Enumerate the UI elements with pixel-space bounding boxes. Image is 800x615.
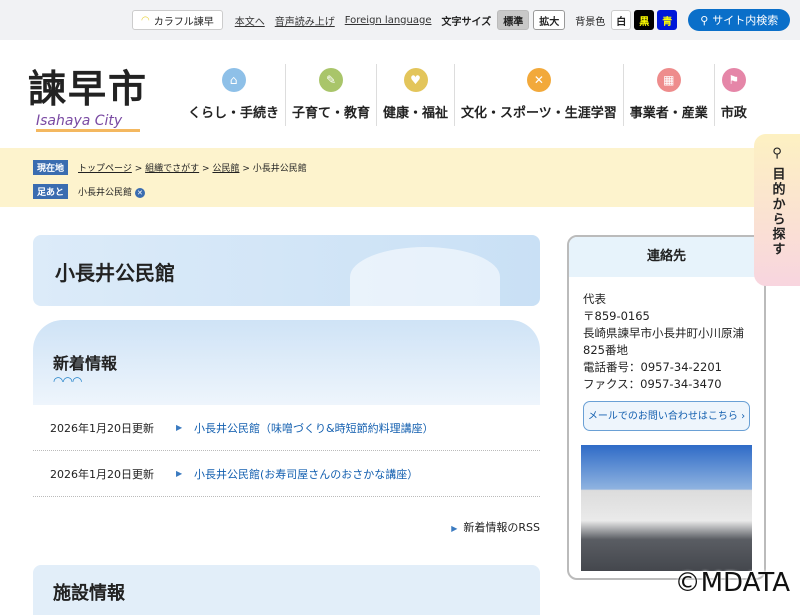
contact-line: ファクス：0957-34-3470 — [583, 377, 722, 391]
page-title-box: 小長井公民館 — [33, 235, 540, 306]
gnav-label: くらし・手続き — [188, 106, 280, 121]
category-icon: ♥ — [403, 68, 428, 92]
news-header: 新着情報 ◠◠◠ — [33, 320, 540, 405]
site-search-button[interactable]: ⚲ サイト内検索 — [688, 9, 791, 31]
bg-white-button[interactable]: 白 — [611, 10, 632, 30]
category-icon: ⚑ — [721, 68, 746, 92]
global-nav: ⌂ くらし・手続き ✎ 子育て・教育 ♥ 健康・福祉 ✕ 文化・スポーツ・生涯学習 ▦ 事業者・産… — [182, 64, 753, 126]
news-link[interactable]: 小長井公民館（味噌づくり&時短節約料理講座） — [194, 420, 434, 436]
wave-decoration — [350, 247, 500, 306]
sep: > — [202, 163, 210, 174]
facility-heading: 施設情報 — [33, 565, 540, 615]
arrow-icon: ▶ — [451, 524, 458, 533]
text-size-large-button[interactable]: 拡大 — [533, 10, 566, 30]
category-icon: ✕ — [526, 68, 551, 92]
contact-heading: 連絡先 — [569, 237, 764, 277]
arrow-icon: ▶ — [176, 423, 183, 432]
rainbow-icon: ◠ — [141, 14, 150, 26]
text-size-label: 文字サイズ — [441, 16, 492, 28]
footprint-link[interactable]: 小長井公民館 — [78, 188, 132, 198]
gnav-label: 健康・福祉 — [383, 106, 449, 121]
site-logo[interactable]: 諫早市 Isahaya City — [28, 58, 148, 132]
gnav-label: 子育て・教育 — [292, 106, 371, 121]
watermark: ©MDATA — [674, 568, 790, 598]
contact-line: 代表 — [583, 292, 606, 306]
category-icon: ✎ — [319, 68, 344, 92]
news-link[interactable]: 小長井公民館(お寿司屋さんのおさかな講座） — [194, 466, 418, 482]
arrow-icon: ▶ — [176, 469, 183, 478]
close-icon[interactable]: ✕ — [134, 187, 145, 198]
contact-line: 〒859-0165 — [583, 309, 650, 323]
news-heading: 新着情報 — [53, 354, 118, 373]
news-item: 2026年1月20日更新 ▶ 小長井公民館(お寿司屋さんのおさかな講座） — [33, 451, 540, 497]
contact-line: 長崎県諫早市小長井町小川原浦825番地 — [583, 326, 744, 357]
colorful-isahaya-button[interactable]: ◠ カラフル諫早 — [132, 10, 223, 30]
news-item: 2026年1月20日更新 ▶ 小長井公民館（味噌づくり&時短節約料理講座） — [33, 405, 540, 451]
gnav-item[interactable]: ♥ 健康・福祉 — [377, 64, 456, 126]
gnav-item[interactable]: ⚑ 市政 — [715, 64, 753, 126]
purpose-search-tab[interactable]: ⚲ 目的から探す — [754, 134, 800, 286]
gnav-label: 文化・スポーツ・生涯学習 — [461, 106, 617, 121]
rss-link-row: ▶ 新着情報のRSS — [33, 519, 540, 535]
news-date: 2026年1月20日更新 — [50, 421, 154, 435]
footprint-tag: 足あと — [33, 183, 69, 199]
breadcrumb-link[interactable]: 組織でさがす — [145, 164, 199, 174]
breadcrumb-link[interactable]: トップページ — [78, 164, 132, 174]
bg-blue-button[interactable]: 青 — [657, 10, 678, 30]
facility-photo — [581, 445, 752, 571]
contact-line: 電話番号：0957-34-2201 — [583, 360, 722, 374]
text-size-standard-button[interactable]: 標準 — [497, 10, 530, 30]
sep: > — [242, 163, 250, 174]
breadcrumb-current: 小長井公民館 — [252, 163, 307, 174]
contact-panel: 連絡先 代表〒859-0165 長崎県諫早市小長井町小川原浦825番地電話番号：0… — [567, 235, 766, 580]
bg-black-button[interactable]: 黒 — [634, 10, 655, 30]
news-list: 2026年1月20日更新 ▶ 小長井公民館（味噌づくり&時短節約料理講座） 2026年… — [33, 405, 540, 497]
gnav-item[interactable]: ✕ 文化・スポーツ・生涯学習 — [455, 64, 624, 126]
bridge-icon: ◠◠◠ — [53, 374, 82, 388]
header: 諫早市 Isahaya City ⌂ くらし・手続き ✎ 子育て・教育 ♥ 健康・福祉 ✕ 文… — [0, 40, 800, 148]
search-icon: ⚲ — [700, 13, 709, 27]
search-icon: ⚲ — [772, 146, 782, 161]
page-title: 小長井公民館 — [55, 261, 175, 285]
category-icon: ▦ — [656, 68, 681, 92]
category-icon: ⌂ — [221, 68, 246, 92]
current-location-tag: 現在地 — [33, 159, 69, 175]
utility-bar: ◠ カラフル諫早 本文へ 音声読み上げ Foreign language 文字サイ… — [0, 0, 800, 40]
bg-color-label: 背景色 — [575, 16, 606, 28]
rss-link[interactable]: 新着情報のRSS — [463, 521, 540, 534]
chevron-right-icon: › — [741, 410, 746, 422]
gnav-label: 市政 — [720, 106, 747, 121]
breadcrumb-link[interactable]: 公民館 — [212, 164, 239, 174]
skip-to-content-link[interactable]: 本文へ — [235, 13, 265, 28]
gnav-item[interactable]: ✎ 子育て・教育 — [286, 64, 378, 126]
gnav-item[interactable]: ⌂ くらし・手続き — [182, 64, 287, 126]
read-aloud-link[interactable]: 音声読み上げ — [275, 13, 335, 28]
footprint: 足あと 小長井公民館 ✕ — [33, 181, 800, 201]
news-date: 2026年1月20日更新 — [50, 467, 154, 481]
foreign-language-link[interactable]: Foreign language — [345, 15, 432, 26]
gnav-label: 事業者・産業 — [629, 106, 708, 121]
breadcrumb-area: 現在地 トップページ > 組織でさがす > 公民館 > 小長井公民館 足あと 小… — [0, 148, 800, 207]
gnav-item[interactable]: ▦ 事業者・産業 — [624, 64, 715, 126]
sep: > — [134, 163, 143, 174]
breadcrumb: 現在地 トップページ > 組織でさがす > 公民館 > 小長井公民館 — [33, 157, 800, 177]
main-content: 小長井公民館 新着情報 ◠◠◠ 2026年1月20日更新 ▶ 小長井公民館（味噌づく… — [33, 235, 540, 615]
mail-inquiry-button[interactable]: メールでのお問い合わせはこちら › — [583, 401, 750, 431]
